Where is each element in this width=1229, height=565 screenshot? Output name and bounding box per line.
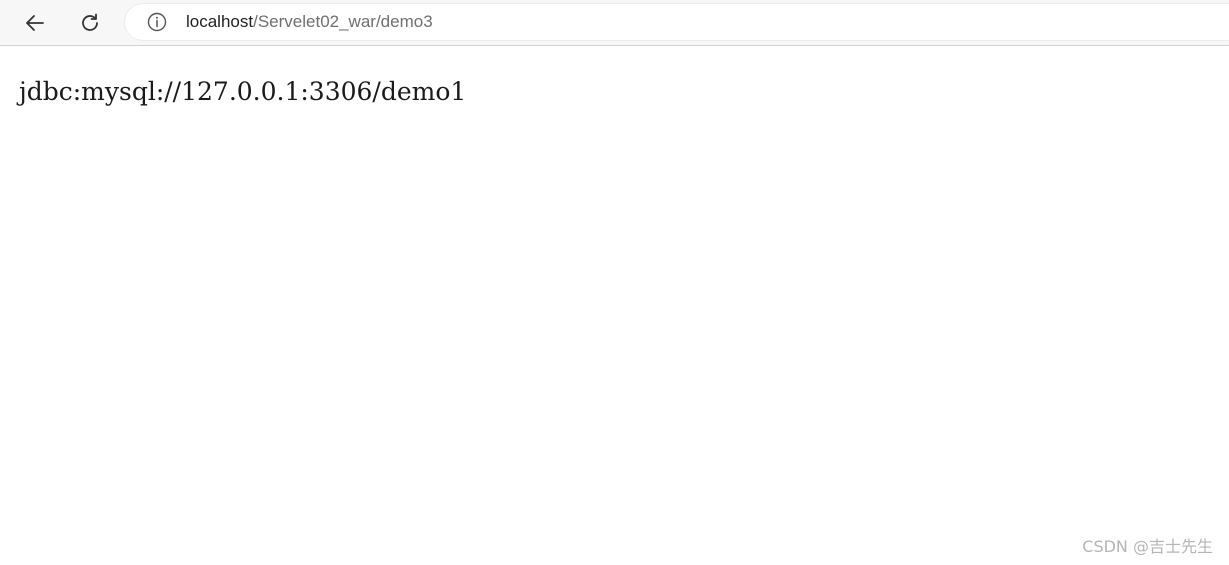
arrow-left-icon bbox=[26, 15, 44, 31]
url-text[interactable]: localhost/Servelet02_war/demo3 bbox=[186, 12, 433, 32]
reload-icon bbox=[82, 13, 98, 31]
info-circle-icon[interactable] bbox=[147, 12, 167, 32]
csdn-watermark: CSDN @吉士先生 bbox=[1082, 537, 1213, 556]
page-body-text: jdbc:mysql://127.0.0.1:3306/demo1 bbox=[19, 77, 467, 106]
url-host: localhost bbox=[186, 12, 254, 31]
address-bar[interactable]: localhost/Servelet02_war/demo3 bbox=[125, 4, 1229, 40]
back-button[interactable] bbox=[18, 6, 52, 40]
url-path: /Servelet02_war/demo3 bbox=[253, 12, 433, 31]
browser-toolbar: localhost/Servelet02_war/demo3 bbox=[0, 0, 1229, 46]
reload-button[interactable] bbox=[73, 6, 107, 40]
